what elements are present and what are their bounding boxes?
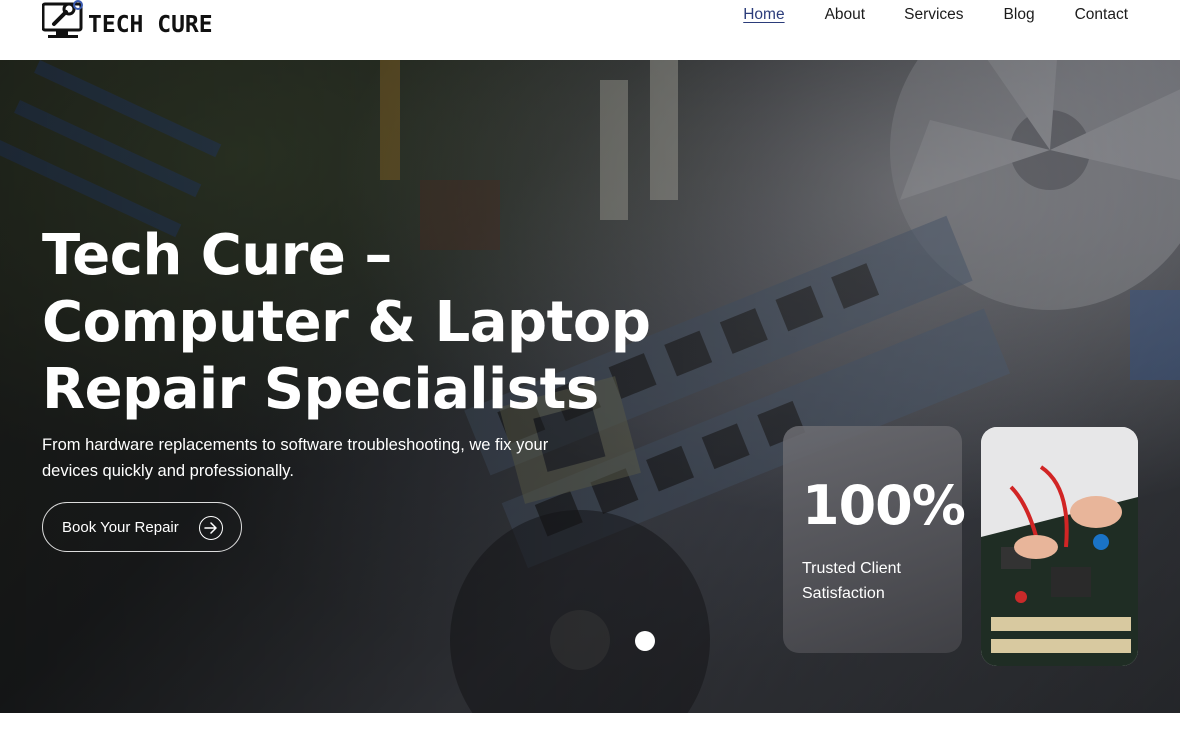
hero-title-line: Repair Specialists xyxy=(42,357,599,422)
stat-value: 100% xyxy=(802,474,966,537)
arrow-right-circle-icon xyxy=(199,516,223,540)
nav-item-blog[interactable]: Blog xyxy=(1004,5,1035,25)
nav-item-about[interactable]: About xyxy=(825,5,866,25)
nav-item-contact[interactable]: Contact xyxy=(1075,5,1128,25)
brand-logo[interactable]: TECH CURE xyxy=(42,0,213,40)
nav-item-services[interactable]: Services xyxy=(904,5,963,25)
hero-section: Tech Cure – Computer & Laptop Repair Spe… xyxy=(0,60,1180,713)
book-repair-button[interactable]: Book Your Repair xyxy=(42,502,242,552)
main-nav: Home About Services Blog Contact xyxy=(743,5,1128,25)
site-header: TECH CURE Home About Services Blog Conta… xyxy=(0,0,1180,60)
next-section xyxy=(0,713,1180,736)
stat-card: 100% Trusted Client Satisfaction xyxy=(783,426,966,653)
stat-label: Trusted Client Satisfaction xyxy=(802,560,901,602)
book-repair-label: Book Your Repair xyxy=(62,518,179,536)
circuit-board-repair-photo xyxy=(981,427,1138,666)
hero-subtitle: From hardware replacements to software t… xyxy=(42,436,549,480)
hero-title-line: Tech Cure – xyxy=(42,223,392,288)
brand-name: TECH CURE xyxy=(88,12,213,38)
monitor-wrench-icon xyxy=(42,0,84,40)
hero-title: Tech Cure – Computer & Laptop Repair Spe… xyxy=(42,222,662,423)
nav-item-home[interactable]: Home xyxy=(743,5,784,25)
slider-dot[interactable] xyxy=(635,631,655,651)
hero-title-line: Computer & Laptop xyxy=(42,290,651,355)
